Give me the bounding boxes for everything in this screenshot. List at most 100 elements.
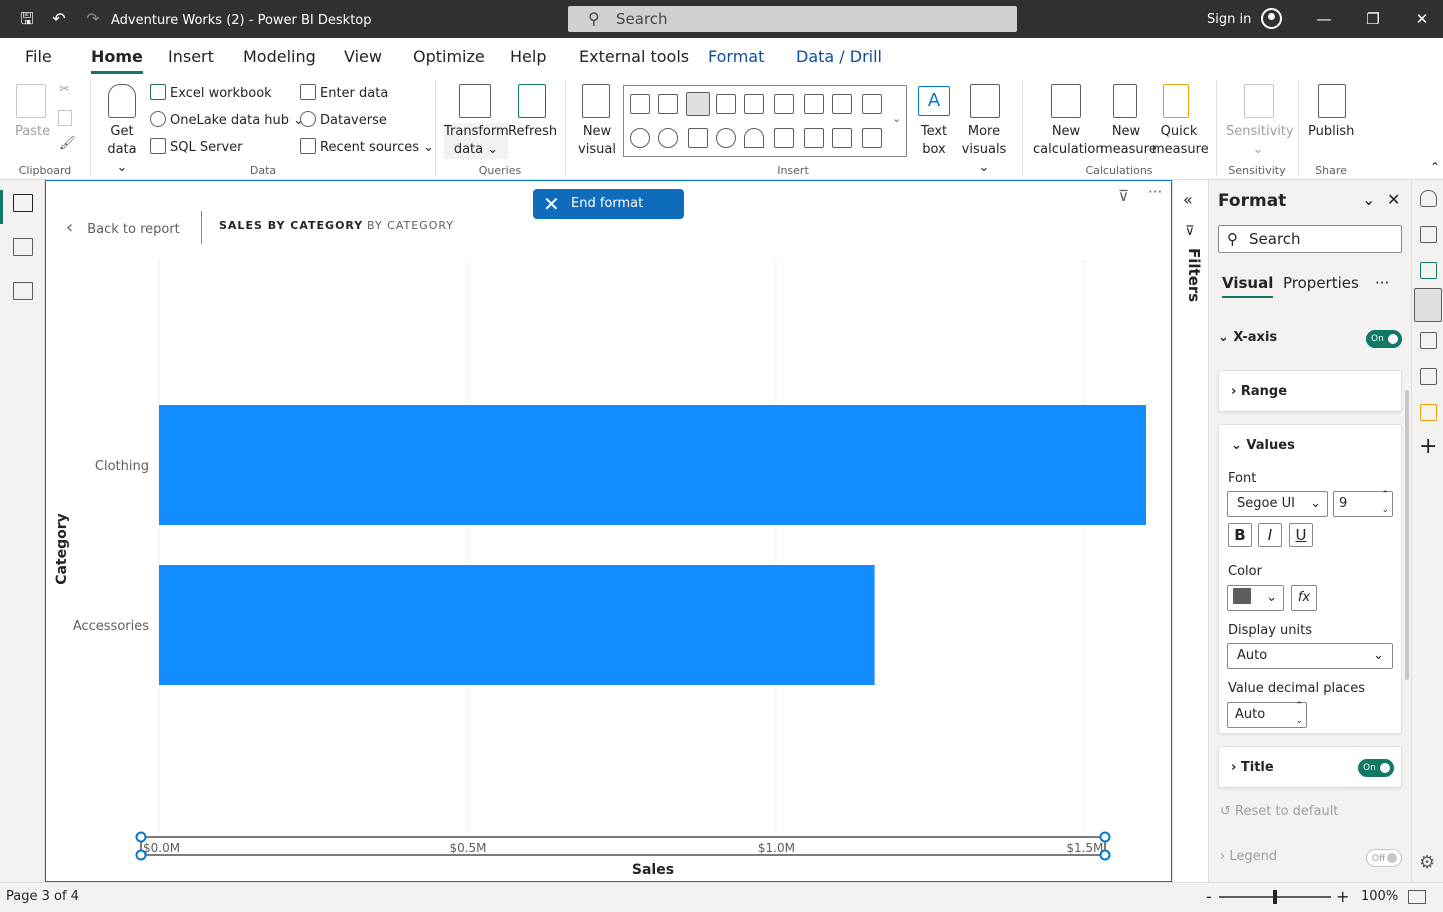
zoom-slider-thumb[interactable] [1273,890,1277,904]
bar[interactable] [159,565,875,685]
format-visual-icon[interactable] [1414,288,1442,322]
stacked-column-icon[interactable] [658,94,678,114]
tab-home[interactable]: Home [91,47,143,74]
enter-data-button[interactable]: Enter data [300,84,388,101]
conditional-format-button[interactable]: fx [1291,585,1317,611]
pane-scrollbar[interactable] [1405,390,1409,680]
zoom-in-icon[interactable]: + [1336,887,1349,906]
x-axis-toggle[interactable]: On [1366,330,1402,348]
paste-button[interactable]: Paste [15,123,50,141]
bold-button[interactable]: B [1228,523,1252,547]
bar[interactable] [159,405,1146,525]
close-pane-icon[interactable]: ✕ [1387,190,1400,209]
build-visual-icon[interactable] [1420,226,1437,243]
account-icon[interactable] [1261,8,1282,29]
new-calculation-button[interactable]: New calculation [1033,123,1104,159]
100-column-icon[interactable] [774,94,794,114]
clustered-column-icon[interactable] [716,94,736,114]
multi-row-card-icon[interactable] [804,128,824,148]
redo-icon[interactable]: ↷ [83,9,103,29]
selection-pane-icon[interactable] [1420,404,1437,421]
decimal-places-stepper[interactable]: Auto ⌃ ⌄ [1227,699,1307,729]
matrix-icon[interactable] [862,128,882,148]
stepper-arrows-icon[interactable]: ⌃ ⌄ [1381,488,1389,518]
more-options-icon[interactable]: ··· [1375,274,1389,292]
donut-chart-icon[interactable] [658,128,678,148]
refresh-button[interactable]: Refresh [508,123,557,141]
values-header[interactable]: ⌄ Values [1231,438,1295,453]
x-axis-selection-box[interactable] [140,836,1106,856]
minimize-icon[interactable]: — [1314,9,1334,29]
format-painter-icon[interactable]: 🖌 [59,136,76,151]
title-header[interactable]: › Title [1231,760,1274,775]
stacked-bar-icon[interactable] [630,94,650,114]
100-bar-icon[interactable] [744,94,764,114]
title-search-box[interactable]: ⚲ Search [568,6,1017,32]
stepper-arrows-icon[interactable]: ⌃ ⌄ [1295,699,1303,729]
chevron-down-icon[interactable]: ⌄ [1362,190,1375,209]
data-pane-icon[interactable] [1420,190,1437,207]
close-icon[interactable]: ✕ [1412,9,1432,29]
area-chart-icon[interactable] [832,94,852,114]
color-picker[interactable]: ⌄ [1227,585,1284,611]
italic-button[interactable]: I [1258,523,1282,547]
restore-icon[interactable]: ❐ [1363,9,1383,29]
title-toggle[interactable]: On [1358,759,1394,777]
performance-analyzer-icon[interactable] [1420,332,1437,349]
undo-icon[interactable]: ↶ [49,9,69,29]
card-icon[interactable] [774,128,794,148]
tab-external-tools[interactable]: External tools [579,47,689,66]
copy-icon[interactable] [58,110,72,126]
range-header[interactable]: › Range [1231,384,1287,399]
gauge-icon[interactable] [744,128,764,148]
model-view-icon[interactable] [13,282,33,300]
sql-server-button[interactable]: SQL Server [150,138,243,155]
bookmark-icon[interactable] [1420,368,1437,385]
legend-section-header[interactable]: › Legend [1220,849,1277,864]
tab-optimize[interactable]: Optimize [413,47,485,66]
more-visuals-button[interactable]: More visuals ⌄ [958,123,1010,177]
zoom-out-icon[interactable]: - [1206,887,1212,906]
table-view-icon[interactable] [13,238,33,256]
tab-file[interactable]: File [25,47,52,66]
collapse-ribbon-icon[interactable]: ⌃ [1430,160,1440,174]
pie-chart-icon[interactable] [630,128,650,148]
tab-insert[interactable]: Insert [168,47,214,66]
title-card[interactable]: › Title On [1218,746,1402,788]
format-search-input[interactable]: ⚲ Search [1218,225,1402,253]
fit-to-page-icon[interactable] [1408,890,1426,904]
report-view-icon[interactable] [13,194,33,212]
font-size-stepper[interactable]: 9 ⌃ ⌄ [1333,488,1393,518]
gallery-expand-icon[interactable]: ⌄ [892,112,901,125]
excel-workbook-button[interactable]: Excel workbook [150,84,272,101]
onelake-hub-button[interactable]: OneLake data hub ⌄ [150,111,304,128]
new-visual-button[interactable]: New visual [578,123,616,159]
reset-to-default-button[interactable]: ↺ Reset to default [1220,804,1338,819]
sign-in-link[interactable]: Sign in [1207,12,1251,27]
map-icon[interactable] [716,128,736,148]
cut-icon[interactable]: ✂ [59,82,70,97]
transform-data-button[interactable]: Transform data ⌄ [444,123,509,159]
x-axis-section-header[interactable]: ⌄ X-axis [1218,330,1277,345]
treemap-icon[interactable] [688,128,708,148]
table-visual-icon[interactable] [832,128,852,148]
format-brush-icon[interactable] [1420,262,1437,279]
add-icon[interactable]: + [1419,434,1437,459]
tab-visual[interactable]: Visual [1222,274,1274,298]
sensitivity-button[interactable]: Sensitivity ⌄ [1226,123,1294,159]
clustered-bar-icon[interactable] [686,92,710,116]
get-data-button[interactable]: Get data ⌄ [100,123,144,177]
tab-modeling[interactable]: Modeling [243,47,316,66]
tab-format[interactable]: Format [708,47,764,66]
dataverse-button[interactable]: Dataverse [300,111,387,128]
display-units-dropdown[interactable]: Auto ⌄ [1227,643,1393,669]
underline-button[interactable]: U [1289,523,1313,547]
new-measure-button[interactable]: New measure [1100,123,1157,159]
filters-pane-collapsed[interactable]: « ⊽ Filters [1172,180,1208,882]
ribbon-chart-icon[interactable] [862,94,882,114]
range-card[interactable]: › Range [1218,370,1402,412]
tab-properties[interactable]: Properties [1283,274,1359,292]
text-box-button[interactable]: Text box [918,123,950,159]
legend-toggle[interactable]: Off [1366,849,1402,867]
tab-data-drill[interactable]: Data / Drill [796,47,882,66]
